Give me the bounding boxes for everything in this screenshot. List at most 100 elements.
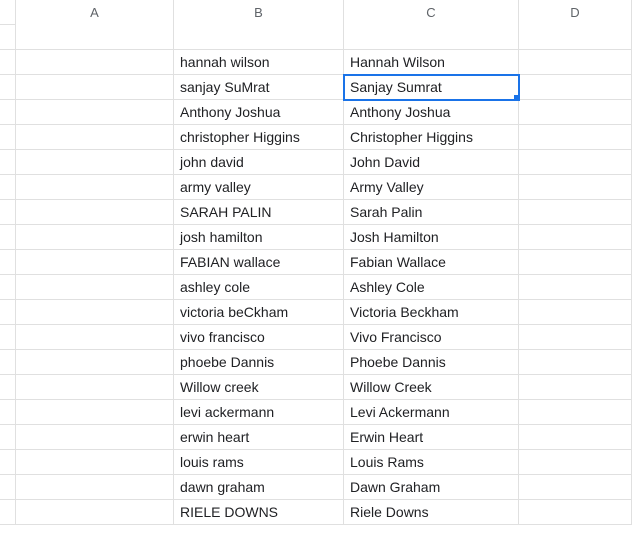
row-gutter[interactable] (0, 350, 16, 375)
column-header-A[interactable]: A (16, 0, 174, 26)
cell-C-15[interactable]: Levi Ackermann (344, 400, 519, 425)
cell-D-7[interactable] (519, 200, 632, 225)
cell-A-1[interactable] (16, 50, 174, 75)
row-gutter[interactable] (0, 200, 16, 225)
cell-A-6[interactable] (16, 175, 174, 200)
cell-B-17[interactable]: louis rams (174, 450, 344, 475)
column-header-C[interactable]: C (344, 0, 519, 26)
cell-C-0[interactable] (344, 25, 519, 50)
cell-D-16[interactable] (519, 425, 632, 450)
cell-C-10[interactable]: Ashley Cole (344, 275, 519, 300)
cell-B-11[interactable]: victoria beCkham (174, 300, 344, 325)
column-header-B[interactable]: B (174, 0, 344, 26)
cell-D-9[interactable] (519, 250, 632, 275)
cell-B-0[interactable] (174, 25, 344, 50)
cell-B-2[interactable]: sanjay SuMrat (174, 75, 344, 100)
cell-C-16[interactable]: Erwin Heart (344, 425, 519, 450)
row-gutter[interactable] (0, 375, 16, 400)
cell-C-17[interactable]: Louis Rams (344, 450, 519, 475)
cell-C-11[interactable]: Victoria Beckham (344, 300, 519, 325)
cell-B-16[interactable]: erwin heart (174, 425, 344, 450)
cell-B-13[interactable]: phoebe Dannis (174, 350, 344, 375)
cell-C-4[interactable]: Christopher Higgins (344, 125, 519, 150)
cell-C-8[interactable]: Josh Hamilton (344, 225, 519, 250)
cell-B-14[interactable]: Willow creek (174, 375, 344, 400)
cell-B-12[interactable]: vivo francisco (174, 325, 344, 350)
cell-C-19[interactable]: Riele Downs (344, 500, 519, 525)
cell-A-9[interactable] (16, 250, 174, 275)
cell-D-12[interactable] (519, 325, 632, 350)
row-gutter[interactable] (0, 125, 16, 150)
cell-C-12[interactable]: Vivo Francisco (344, 325, 519, 350)
row-gutter[interactable] (0, 325, 16, 350)
row-gutter[interactable] (0, 250, 16, 275)
cell-D-13[interactable] (519, 350, 632, 375)
row-gutter[interactable] (0, 300, 16, 325)
cell-D-11[interactable] (519, 300, 632, 325)
row-gutter[interactable] (0, 225, 16, 250)
cell-B-10[interactable]: ashley cole (174, 275, 344, 300)
cell-B-19[interactable]: RIELE DOWNS (174, 500, 344, 525)
cell-D-10[interactable] (519, 275, 632, 300)
cell-A-18[interactable] (16, 475, 174, 500)
cell-D-17[interactable] (519, 450, 632, 475)
cell-B-1[interactable]: hannah wilson (174, 50, 344, 75)
cell-C-1[interactable]: Hannah Wilson (344, 50, 519, 75)
cell-A-3[interactable] (16, 100, 174, 125)
row-gutter[interactable] (0, 400, 16, 425)
cell-A-19[interactable] (16, 500, 174, 525)
cell-A-4[interactable] (16, 125, 174, 150)
cell-A-7[interactable] (16, 200, 174, 225)
cell-C-18[interactable]: Dawn Graham (344, 475, 519, 500)
row-gutter[interactable] (0, 175, 16, 200)
row-gutter[interactable] (0, 475, 16, 500)
row-gutter[interactable] (0, 275, 16, 300)
cell-A-12[interactable] (16, 325, 174, 350)
row-gutter[interactable] (0, 425, 16, 450)
cell-D-6[interactable] (519, 175, 632, 200)
cell-A-17[interactable] (16, 450, 174, 475)
cell-B-6[interactable]: army valley (174, 175, 344, 200)
cell-B-15[interactable]: levi ackermann (174, 400, 344, 425)
cell-C-7[interactable]: Sarah Palin (344, 200, 519, 225)
cell-B-9[interactable]: FABIAN wallace (174, 250, 344, 275)
cell-D-14[interactable] (519, 375, 632, 400)
cell-D-19[interactable] (519, 500, 632, 525)
cell-A-0[interactable] (16, 25, 174, 50)
row-gutter[interactable] (0, 100, 16, 125)
cell-D-1[interactable] (519, 50, 632, 75)
cell-A-16[interactable] (16, 425, 174, 450)
cell-D-5[interactable] (519, 150, 632, 175)
cell-C-5[interactable]: John David (344, 150, 519, 175)
cell-A-10[interactable] (16, 275, 174, 300)
cell-B-3[interactable]: Anthony Joshua (174, 100, 344, 125)
cell-D-8[interactable] (519, 225, 632, 250)
cell-A-5[interactable] (16, 150, 174, 175)
cell-C-13[interactable]: Phoebe Dannis (344, 350, 519, 375)
cell-B-4[interactable]: christopher Higgins (174, 125, 344, 150)
cell-B-5[interactable]: john david (174, 150, 344, 175)
cell-C-2[interactable]: Sanjay Sumrat (344, 75, 519, 100)
cell-D-18[interactable] (519, 475, 632, 500)
cell-B-18[interactable]: dawn graham (174, 475, 344, 500)
row-gutter[interactable] (0, 500, 16, 525)
cell-A-11[interactable] (16, 300, 174, 325)
cell-A-13[interactable] (16, 350, 174, 375)
cell-D-4[interactable] (519, 125, 632, 150)
row-gutter[interactable] (0, 450, 16, 475)
cell-B-7[interactable]: SARAH PALIN (174, 200, 344, 225)
cell-C-6[interactable]: Army Valley (344, 175, 519, 200)
cell-A-2[interactable] (16, 75, 174, 100)
row-gutter[interactable] (0, 25, 16, 50)
column-header-D[interactable]: D (519, 0, 632, 26)
row-gutter[interactable] (0, 75, 16, 100)
cell-A-8[interactable] (16, 225, 174, 250)
cell-D-0[interactable] (519, 25, 632, 50)
cell-D-15[interactable] (519, 400, 632, 425)
cell-A-14[interactable] (16, 375, 174, 400)
cell-B-8[interactable]: josh hamilton (174, 225, 344, 250)
cell-D-3[interactable] (519, 100, 632, 125)
cell-C-9[interactable]: Fabian Wallace (344, 250, 519, 275)
cell-D-2[interactable] (519, 75, 632, 100)
spreadsheet-grid[interactable]: ABCDhannah wilsonHannah Wilsonsanjay SuM… (0, 0, 632, 525)
